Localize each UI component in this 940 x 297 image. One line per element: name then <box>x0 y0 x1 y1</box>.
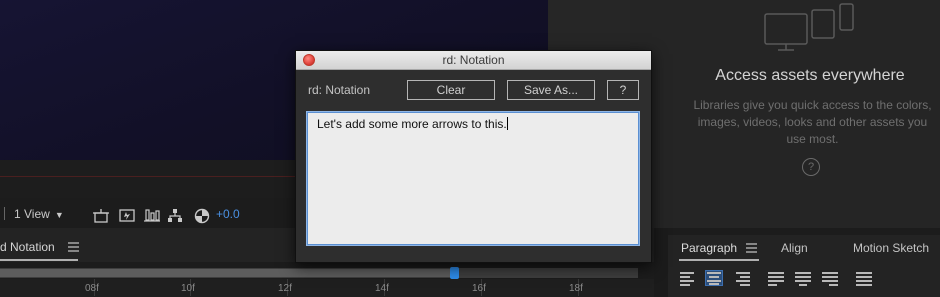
view-layout-select[interactable]: 1 View ▼ <box>4 207 64 221</box>
align-right-icon[interactable] <box>734 271 750 286</box>
ruler-tick-label: 10f <box>181 283 195 294</box>
ruler-tick-label: 16f <box>472 283 486 294</box>
notes-text: Let's add some more arrows to this. <box>317 117 507 131</box>
justify-all-icon[interactable] <box>856 271 872 286</box>
justify-last-right-icon[interactable] <box>822 271 838 286</box>
ruler-tick-label: 08f <box>85 283 99 294</box>
timeline-icon[interactable] <box>143 207 161 225</box>
justify-last-left-icon[interactable] <box>768 271 784 286</box>
panel-menu-icon[interactable] <box>746 243 757 253</box>
tab-align[interactable]: Align <box>781 241 808 255</box>
tab-paragraph[interactable]: Paragraph <box>681 241 737 255</box>
text-caret <box>506 117 508 130</box>
flowchart-icon[interactable] <box>166 207 184 225</box>
save-as-button[interactable]: Save As... <box>507 80 595 100</box>
work-area-bar[interactable] <box>0 269 455 277</box>
view-layout-label: 1 View <box>14 207 50 221</box>
tab-motion-sketch[interactable]: Motion Sketch <box>853 241 929 255</box>
devices-illustration-icon <box>764 3 854 51</box>
justify-last-center-icon[interactable] <box>795 271 811 286</box>
align-center-icon[interactable] <box>705 270 723 286</box>
help-button[interactable]: ? <box>607 80 639 100</box>
help-icon[interactable]: ? <box>802 158 820 176</box>
chevron-down-icon: ▼ <box>54 210 64 220</box>
viewer-toolbar: 1 View ▼ +0.0 <box>0 204 300 228</box>
notes-textarea[interactable]: Let's add some more arrows to this. <box>307 112 639 245</box>
dialog-titlebar[interactable]: rd: Notation <box>296 51 651 70</box>
exposure-reset-icon[interactable] <box>193 207 211 225</box>
paragraph-tab-underline <box>679 259 759 261</box>
ruler-tick-label: 18f <box>569 283 583 294</box>
align-left-icon[interactable] <box>680 271 696 286</box>
ruler-tick-label: 12f <box>278 283 292 294</box>
clear-button[interactable]: Clear <box>407 80 495 100</box>
notes-content: Let's add some more arrows to this. <box>317 117 508 131</box>
timeline-tab[interactable]: d Notation <box>0 240 55 254</box>
ruler-tick-label: 14f <box>375 283 389 294</box>
fast-previews-icon[interactable] <box>118 207 136 225</box>
timeline-tab-underline <box>0 259 78 261</box>
panel-label: rd: Notation <box>308 83 371 97</box>
panel-divider[interactable] <box>654 228 668 297</box>
dialog-title: rd: Notation <box>442 53 505 67</box>
panel-menu-icon[interactable] <box>68 242 79 252</box>
toggle-pixel-aspect-icon[interactable] <box>92 208 110 226</box>
playhead-handle[interactable] <box>450 267 459 279</box>
libraries-title: Access assets everywhere <box>715 67 905 84</box>
libraries-description: Libraries give you quick access to the c… <box>693 98 932 146</box>
notation-dialog: rd: Notation rd: Notation Clear Save As.… <box>295 50 652 263</box>
exposure-value[interactable]: +0.0 <box>216 207 240 221</box>
